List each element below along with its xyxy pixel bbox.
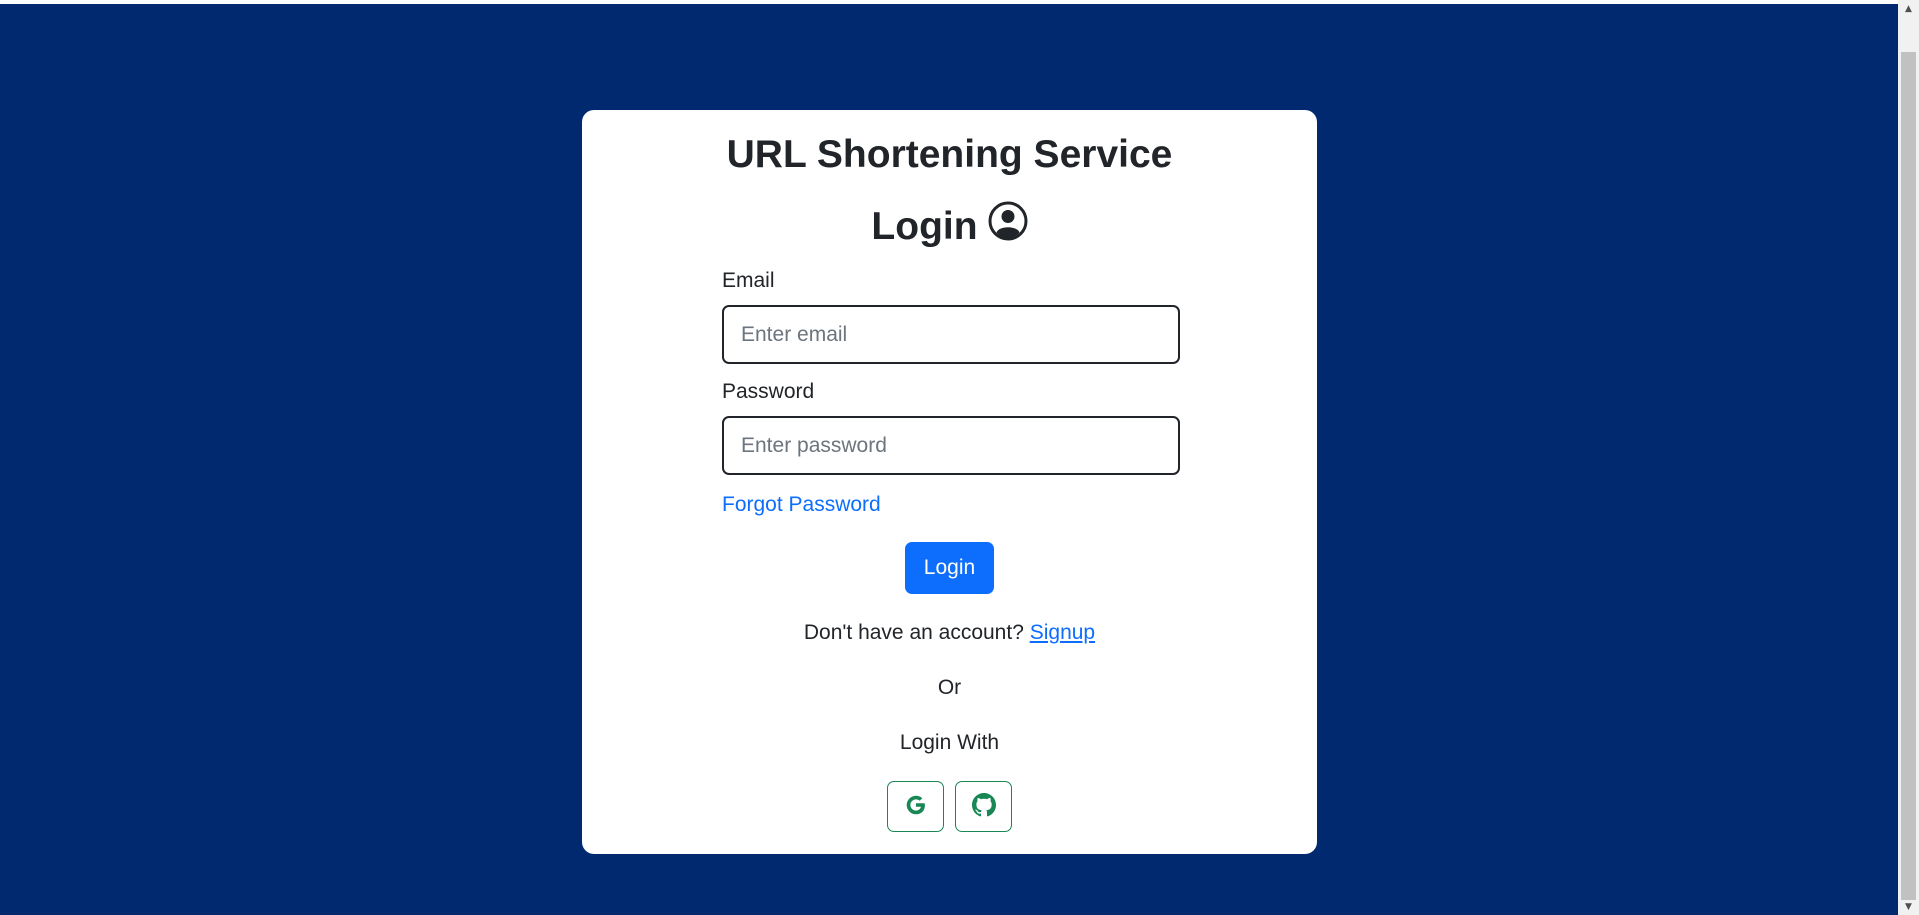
github-icon: [971, 793, 996, 820]
email-label: Email: [722, 269, 775, 292]
github-login-button[interactable]: [955, 781, 1012, 832]
login-heading: Login: [582, 201, 1317, 253]
login-with-text: Login With: [899, 731, 1000, 754]
browser-viewport: URL Shortening Service Login Email Passw…: [0, 0, 1919, 915]
password-input[interactable]: [722, 416, 1180, 476]
password-label: Password: [722, 380, 815, 404]
forgot-password-link[interactable]: Forgot Password: [722, 492, 881, 517]
login-button[interactable]: Login: [905, 542, 994, 594]
signup-link[interactable]: Signup: [1030, 621, 1095, 644]
login-heading-text: Login: [871, 204, 978, 248]
or-divider-text: Or: [937, 676, 962, 699]
google-login-button[interactable]: [887, 781, 944, 832]
google-icon: [904, 793, 928, 820]
scrollbar-thumb[interactable]: [1901, 52, 1916, 900]
vertical-scrollbar[interactable]: ▲ ▼: [1898, 0, 1919, 915]
scroll-up-arrow-icon[interactable]: ▲: [1898, 0, 1919, 17]
login-card: URL Shortening Service Login Email Passw…: [582, 110, 1317, 854]
no-account-text: Don't have an account?: [803, 621, 1024, 644]
email-input[interactable]: [722, 305, 1180, 365]
user-circle-icon: [988, 201, 1028, 253]
site-title: URL Shortening Service: [726, 133, 1173, 176]
scroll-down-arrow-icon[interactable]: ▼: [1898, 898, 1919, 915]
social-login-buttons: [887, 781, 1012, 832]
page-background: URL Shortening Service Login Email Passw…: [0, 4, 1898, 915]
signup-prompt: Don't have an account? Signup: [582, 620, 1317, 645]
login-form: Email Password Forgot Password: [722, 260, 1180, 518]
